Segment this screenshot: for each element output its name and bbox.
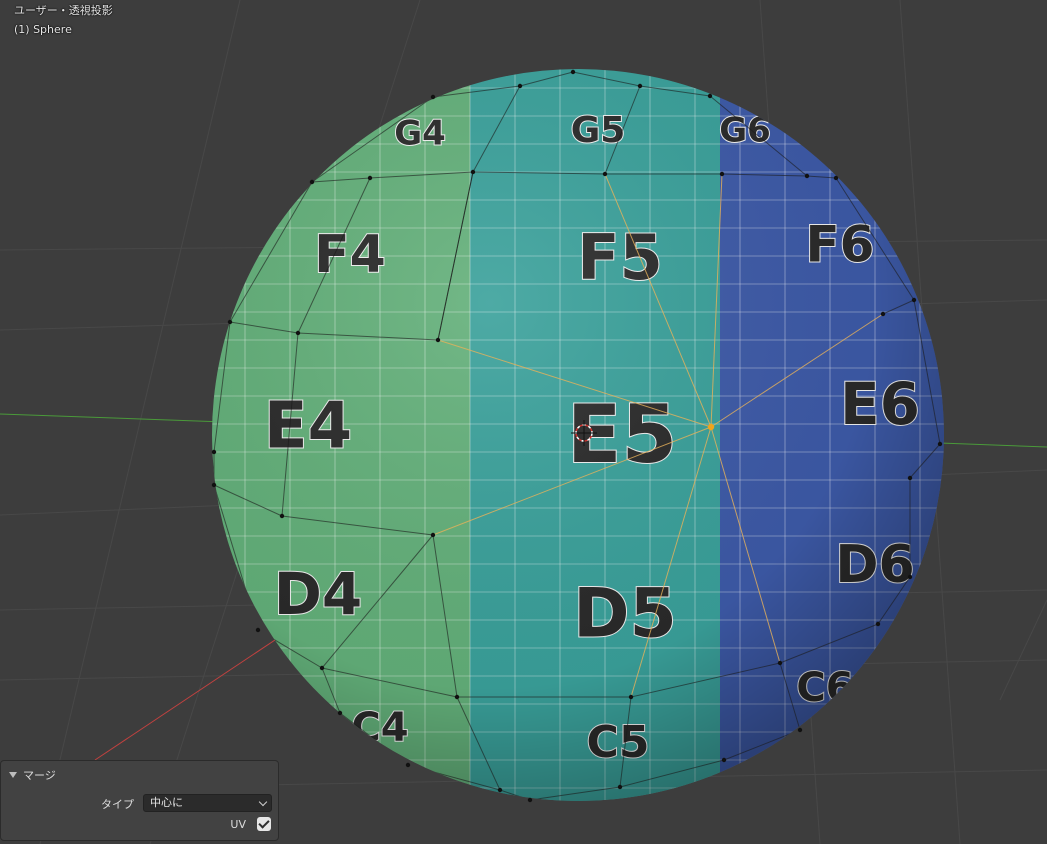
mesh-vertex[interactable]	[719, 171, 725, 177]
mesh-vertex[interactable]	[797, 727, 803, 733]
3d-viewport[interactable]: G4G5G6F4F5F6E4E5E6D4D5D6C4C5C6	[0, 0, 1047, 844]
uv-checkbox[interactable]	[257, 817, 271, 831]
y-axis-line-left	[0, 413, 226, 423]
mesh-vertex[interactable]	[430, 532, 436, 538]
mesh-vertex[interactable]	[777, 660, 783, 666]
mesh-vertex[interactable]	[617, 784, 623, 790]
mesh-vertex[interactable]	[602, 171, 608, 177]
merge-type-dropdown[interactable]: 中心に	[143, 794, 272, 812]
mesh-vertex[interactable]	[804, 173, 810, 179]
mesh-vertex[interactable]	[255, 627, 261, 633]
mesh-vertex[interactable]	[907, 475, 913, 481]
mesh-vertex[interactable]	[637, 83, 643, 89]
checkmark-icon	[258, 817, 270, 829]
collapse-arrow-icon[interactable]	[9, 772, 17, 778]
mesh-vertex[interactable]	[337, 710, 343, 716]
mesh-vertex[interactable]	[430, 94, 436, 100]
mesh-vertex[interactable]	[937, 441, 943, 447]
panel-title: マージ	[23, 769, 56, 782]
mesh-vertex[interactable]	[517, 83, 523, 89]
mesh-vertex[interactable]	[405, 762, 411, 768]
selected-vertex[interactable]	[707, 423, 715, 431]
mesh-vertex[interactable]	[570, 69, 576, 75]
merge-type-label: タイプ	[101, 798, 134, 811]
mesh-vertex[interactable]	[211, 449, 217, 455]
mesh-vertex[interactable]	[454, 694, 460, 700]
y-axis-line-right	[939, 442, 1047, 448]
mesh-vertex[interactable]	[875, 621, 881, 627]
mesh-vertex[interactable]	[880, 311, 886, 317]
mesh-vertex[interactable]	[497, 787, 503, 793]
chevron-down-icon	[258, 797, 268, 807]
mesh-vertex[interactable]	[707, 93, 713, 99]
mesh-vertex[interactable]	[527, 797, 533, 803]
mesh-vertex[interactable]	[435, 337, 441, 343]
merge-type-value: 中心に	[150, 796, 183, 809]
mesh-vertex[interactable]	[833, 175, 839, 181]
uv-option-row: UV	[1, 817, 280, 833]
panel-header[interactable]: マージ	[9, 767, 56, 783]
mesh-vertex[interactable]	[470, 169, 476, 175]
grid-line	[999, 599, 1047, 701]
mesh-vertex[interactable]	[628, 694, 634, 700]
view-title: ユーザー・透視投影	[14, 4, 113, 17]
mesh-vertex[interactable]	[295, 330, 301, 336]
mesh-vertex[interactable]	[367, 175, 373, 181]
mesh-vertex[interactable]	[309, 179, 315, 185]
active-object-label: (1) Sphere	[14, 23, 72, 36]
mesh-vertex[interactable]	[227, 319, 233, 325]
mesh-vertex[interactable]	[279, 513, 285, 519]
grid-line	[39, 0, 241, 844]
merge-operator-panel: マージ タイプ 中心に UV	[0, 760, 279, 841]
uv-label: UV	[230, 818, 246, 831]
mesh-vertex[interactable]	[319, 665, 325, 671]
mesh-vertex[interactable]	[907, 574, 913, 580]
merge-type-row: タイプ 中心に	[1, 794, 280, 812]
mesh-vertex[interactable]	[721, 757, 727, 763]
mesh-vertex[interactable]	[911, 297, 917, 303]
mesh-vertex[interactable]	[211, 482, 217, 488]
